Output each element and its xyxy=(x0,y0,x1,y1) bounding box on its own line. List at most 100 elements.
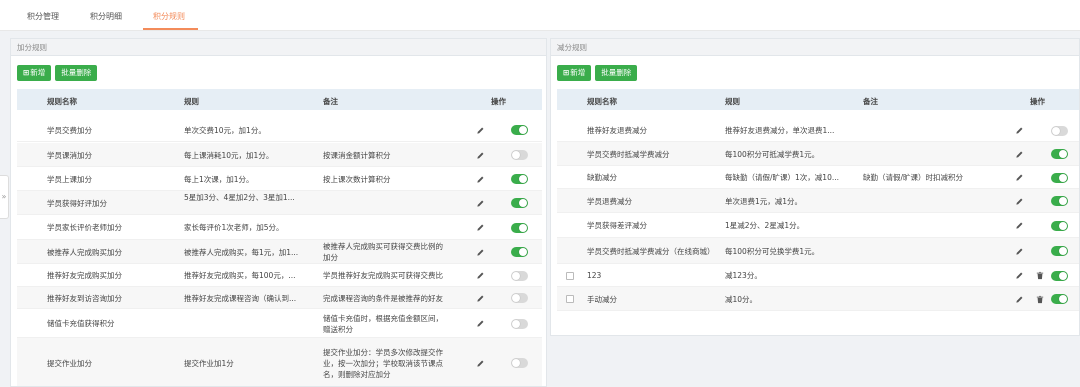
rule-name: 123 xyxy=(587,271,602,280)
tab-points-details[interactable]: 积分明细 xyxy=(90,11,122,22)
rule-name: 储值卡充值获得积分 xyxy=(47,319,115,328)
plus-icon: ⊞ xyxy=(563,68,570,77)
add-rule-label: 新增 xyxy=(570,68,586,77)
tab-points-management[interactable]: 积分管理 xyxy=(27,11,59,22)
tab-points-rules[interactable]: 积分规则 xyxy=(153,11,185,22)
enable-toggle[interactable] xyxy=(511,150,528,160)
enable-toggle[interactable] xyxy=(1051,246,1068,256)
batch-delete-button[interactable]: 批量删除 xyxy=(55,65,98,81)
rule-name: 学员上课加分 xyxy=(47,174,92,184)
edit-pencil-icon[interactable] xyxy=(1015,173,1024,182)
enable-toggle[interactable] xyxy=(1051,220,1068,231)
tab-bar: 积分管理 积分明细 积分规则 xyxy=(0,0,1080,31)
edit-pencil-icon[interactable] xyxy=(1015,221,1024,230)
edit-pencil-icon[interactable] xyxy=(476,175,485,184)
rule-name: 学员交费时抵减学费减分 xyxy=(587,149,670,159)
row-checkbox[interactable] xyxy=(566,271,574,280)
rule-text: 提交作业加1分 xyxy=(184,358,234,368)
sidebar-expand-handle[interactable]: » xyxy=(0,175,9,219)
enable-toggle[interactable] xyxy=(511,318,528,329)
edit-pencil-icon[interactable] xyxy=(1015,150,1024,159)
table-row: 提交作业加分 提交作业加1分 提交作业加分：学员多次修改提交作业，按一次加分；学校取… xyxy=(17,338,542,386)
add-rules-panel: 加分规则 ⊞新增 批量删除 规则名称 规则 备注 操作 学员交费加分 单次交费10元… xyxy=(10,38,547,387)
enable-toggle[interactable] xyxy=(511,270,528,281)
table-row: 推荐好友到访咨询加分 推荐好友完成课程咨询（确认到... 完成课程咨询的条件是被推荐… xyxy=(17,287,542,309)
edit-pencil-icon[interactable] xyxy=(1015,271,1024,280)
edit-pencil-icon[interactable] xyxy=(1015,126,1024,135)
rule-name: 缺勤减分 xyxy=(587,173,617,182)
add-rule-button[interactable]: ⊞新增 xyxy=(557,65,592,81)
table-row: 学员交费时抵减学费减分（在线商城） 每100积分可兑换学费1元。 xyxy=(557,238,1079,264)
table-row: 推荐好友退费减分 推荐好友退费减分，单次退费1... xyxy=(557,119,1079,142)
rule-name: 提交作业加分 xyxy=(47,358,92,368)
table-row: 手动减分 减10分。 xyxy=(557,287,1079,311)
edit-pencil-icon[interactable] xyxy=(476,248,485,257)
table-row: 学员退费减分 单次退费1元，减1分。 xyxy=(557,189,1079,213)
rule-text: 5星加3分、4星加2分、3星加1... xyxy=(184,193,295,202)
add-rules-title: 加分规则 xyxy=(11,39,546,56)
enable-toggle[interactable] xyxy=(1051,172,1068,183)
rule-text: 单次交费10元，加1分。 xyxy=(184,125,266,135)
edit-pencil-icon[interactable] xyxy=(476,199,485,208)
enable-toggle[interactable] xyxy=(1051,125,1068,136)
rule-name: 学员退费减分 xyxy=(587,196,632,206)
enable-toggle[interactable] xyxy=(511,293,528,303)
table-row: 储值卡充值获得积分 储值卡充值时，根据充值金额区间，赠送积分 xyxy=(17,309,542,338)
enable-toggle[interactable] xyxy=(1051,270,1068,281)
rule-note: 按上课次数计算积分 xyxy=(323,174,391,184)
rule-text: 被推荐人完成购买，每1元，加1... xyxy=(184,247,299,257)
table-row: 学员家长评价老师加分 家长每评价1次老师，加5分。 xyxy=(17,215,542,240)
subtract-rules-panel: 减分规则 ⊞新增 批量删除 规则名称 规则 备注 操作 推荐好友退费减分 推荐好友退… xyxy=(550,38,1080,336)
delete-trash-icon[interactable] xyxy=(1036,271,1044,280)
edit-pencil-icon[interactable] xyxy=(476,223,485,232)
column-header-name: 规则名称 xyxy=(47,97,77,106)
rule-name: 手动减分 xyxy=(587,294,617,304)
rule-name: 学员交费加分 xyxy=(47,125,92,135)
edit-pencil-icon[interactable] xyxy=(1015,247,1024,256)
rule-name: 被推荐人完成购买加分 xyxy=(47,247,122,257)
batch-delete-button[interactable]: 批量删除 xyxy=(595,65,638,81)
table-row: 学员交费加分 单次交费10元，加1分。 xyxy=(17,118,542,142)
enable-toggle[interactable] xyxy=(511,174,528,184)
rule-name: 学员获得好评加分 xyxy=(47,198,107,208)
table-row: 缺勤减分 每缺勤（请假/旷课）1次，减10... 缺勤（请假/旷课）时扣减积分 xyxy=(557,166,1079,189)
rule-text: 减123分。 xyxy=(725,271,762,280)
edit-pencil-icon[interactable] xyxy=(476,151,485,160)
rule-name: 学员家长评价老师加分 xyxy=(47,223,122,232)
edit-pencil-icon[interactable] xyxy=(1015,295,1024,304)
edit-pencil-icon[interactable] xyxy=(476,359,485,368)
rule-name: 推荐好友完成购买加分 xyxy=(47,271,122,280)
rule-text: 每100积分可抵减学费1元。 xyxy=(725,149,820,159)
enable-toggle[interactable] xyxy=(511,222,528,233)
rule-text: 每上1次课，加1分。 xyxy=(184,174,254,184)
rule-note: 学员推荐好友完成购买可获得交费比例的加分 xyxy=(323,271,443,280)
column-header-rule: 规则 xyxy=(725,97,740,106)
enable-toggle[interactable] xyxy=(511,358,528,368)
rule-note: 被推荐人完成购买可获得交费比例的加分 xyxy=(323,242,443,262)
column-header-action: 操作 xyxy=(1030,97,1045,106)
enable-toggle[interactable] xyxy=(511,198,528,208)
table-row: 学员获得差评减分 1星减2分、2星减1分。 xyxy=(557,213,1079,238)
table-row: 学员交费时抵减学费减分 每100积分可抵减学费1元。 xyxy=(557,142,1079,166)
rule-note: 缺勤（请假/旷课）时扣减积分 xyxy=(863,173,964,182)
rule-text: 单次退费1元，减1分。 xyxy=(725,196,803,206)
enable-toggle[interactable] xyxy=(1051,149,1068,159)
row-checkbox[interactable] xyxy=(566,295,574,303)
enable-toggle[interactable] xyxy=(1051,196,1068,206)
edit-pencil-icon[interactable] xyxy=(476,319,485,328)
edit-pencil-icon[interactable] xyxy=(476,294,485,303)
rule-name: 学员获得差评减分 xyxy=(587,221,647,230)
rule-note: 完成课程咨询的条件是被推荐的好友有确认到访的记录 xyxy=(323,293,443,303)
table-row: 123 减123分。 xyxy=(557,264,1079,287)
rule-name: 学员交费时抵减学费减分（在线商城） xyxy=(587,246,715,256)
add-rule-button[interactable]: ⊞新增 xyxy=(17,65,52,81)
add-rule-label: 新增 xyxy=(30,68,46,77)
rule-text: 每缺勤（请假/旷课）1次，减10... xyxy=(725,173,839,182)
enable-toggle[interactable] xyxy=(511,125,528,135)
enable-toggle[interactable] xyxy=(1051,294,1068,304)
edit-pencil-icon[interactable] xyxy=(476,271,485,280)
edit-pencil-icon[interactable] xyxy=(476,126,485,135)
delete-trash-icon[interactable] xyxy=(1036,295,1044,304)
enable-toggle[interactable] xyxy=(511,247,528,257)
edit-pencil-icon[interactable] xyxy=(1015,197,1024,206)
